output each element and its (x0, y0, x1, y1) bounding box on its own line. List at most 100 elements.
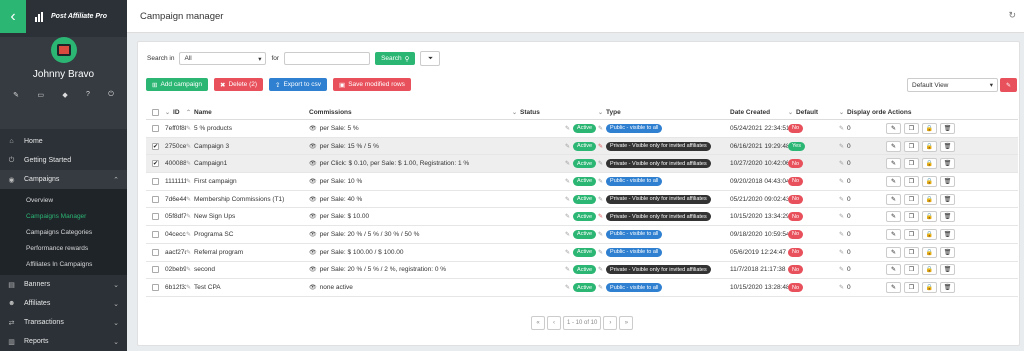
submenu-item-affiliates-in-campaigns[interactable]: Affiliates In Campaigns (0, 256, 127, 272)
delete-row-button[interactable]: 🗑 (940, 140, 955, 152)
pencil-icon[interactable]: ✎ (565, 160, 570, 167)
table-row[interactable]: 1111111'✎First campaign👁per Sale: 10 %✎A… (146, 173, 1018, 191)
pencil-icon[interactable]: ✎ (839, 125, 844, 132)
edit-button[interactable]: ✎ (886, 282, 901, 294)
sidebar-item-reports[interactable]: ▥ Reports ⌄ (0, 332, 127, 351)
delete-row-button[interactable]: 🗑 (940, 122, 955, 134)
row-checkbox[interactable] (152, 266, 159, 274)
row-checkbox[interactable] (152, 177, 159, 185)
type-badge[interactable]: Public - visible to all (606, 283, 663, 293)
lock-button[interactable]: 🔒 (922, 140, 937, 152)
status-badge[interactable]: Active (573, 212, 597, 222)
table-row[interactable]: ✔2750ce5t✎Campaign 3👁per Sale: 15 % / 5 … (146, 137, 1018, 156)
display-order[interactable]: 0 (847, 196, 851, 203)
copy-button[interactable]: ❐ (904, 264, 919, 276)
eye-icon[interactable]: 👁 (309, 249, 317, 256)
edit-button[interactable]: ✎ (886, 193, 901, 205)
eye-icon[interactable]: 👁 (309, 266, 317, 273)
sidebar-item-getting-started[interactable]: ⏻ Getting Started (0, 151, 127, 170)
edit-button[interactable]: ✎ (886, 140, 901, 152)
col-id[interactable]: ⌄ ID (165, 109, 186, 116)
pencil-icon[interactable]: ✎ (839, 266, 844, 273)
display-order[interactable]: 0 (847, 249, 851, 256)
display-order[interactable]: 0 (847, 284, 851, 291)
status-badge[interactable]: Active (573, 283, 597, 293)
lock-button[interactable]: 🔒 (922, 175, 937, 187)
type-badge[interactable]: Private - Visible only for invited affil… (606, 141, 711, 151)
copy-button[interactable]: ❐ (904, 228, 919, 240)
submenu-item-campaigns-manager[interactable]: Campaigns Manager (0, 208, 127, 224)
edit-button[interactable]: ✎ (886, 246, 901, 258)
pencil-icon[interactable]: ✎ (598, 213, 603, 220)
default-badge[interactable]: No (788, 123, 804, 133)
display-order[interactable]: 0 (847, 143, 851, 150)
status-badge[interactable]: Active (573, 265, 597, 275)
pencil-icon[interactable]: ✎ (598, 284, 603, 291)
pencil-icon[interactable]: ✎ (839, 178, 844, 185)
row-checkbox[interactable] (152, 284, 159, 292)
export-csv-button[interactable]: ⇪ Export to csv (269, 78, 328, 91)
col-default[interactable]: ⌄ Default (788, 109, 839, 116)
help-icon[interactable]: ? (86, 91, 90, 99)
display-order[interactable]: 0 (847, 160, 851, 167)
edit-button[interactable]: ✎ (886, 158, 901, 170)
display-order[interactable]: 0 (847, 266, 851, 273)
default-badge[interactable]: No (788, 229, 804, 239)
default-badge[interactable]: No (788, 212, 804, 222)
pencil-icon[interactable]: ✎ (598, 249, 603, 256)
last-page-button[interactable]: » (619, 316, 634, 330)
eye-icon[interactable]: 👁 (309, 143, 317, 150)
campaign-name[interactable]: Membership Commissions (T1) (194, 196, 284, 203)
default-badge[interactable]: No (788, 194, 804, 204)
view-select[interactable]: Default View ▾ (907, 78, 998, 92)
type-badge[interactable]: Public - visible to all (606, 123, 663, 133)
lock-button[interactable]: 🔒 (922, 228, 937, 240)
pencil-icon[interactable]: ✎ (598, 143, 603, 150)
submenu-item-campaigns-categories[interactable]: Campaigns Categories (0, 224, 127, 240)
status-badge[interactable]: Active (573, 247, 597, 257)
status-badge[interactable]: Active (573, 229, 597, 239)
row-checkbox[interactable] (152, 213, 159, 221)
table-row[interactable]: 7d6e444i✎Membership Commissions (T1)👁per… (146, 191, 1018, 209)
prev-page-button[interactable]: ‹ (547, 316, 561, 330)
pencil-icon[interactable]: ✎ (186, 213, 191, 220)
edit-button[interactable]: ✎ (886, 264, 901, 276)
edit-button[interactable]: ✎ (886, 175, 901, 187)
pencil-icon[interactable]: ✎ (186, 160, 191, 167)
delete-row-button[interactable]: 🗑 (940, 175, 955, 187)
copy-button[interactable]: ❐ (904, 175, 919, 187)
default-badge[interactable]: No (788, 159, 804, 169)
pencil-icon[interactable]: ✎ (186, 143, 191, 150)
avatar[interactable] (50, 37, 77, 63)
pencil-icon[interactable]: ✎ (839, 196, 844, 203)
eye-icon[interactable]: 👁 (309, 196, 317, 203)
lock-button[interactable]: 🔒 (922, 246, 937, 258)
pencil-icon[interactable]: ✎ (186, 249, 191, 256)
status-badge[interactable]: Active (573, 141, 597, 151)
row-checkbox[interactable] (152, 230, 159, 238)
campaign-name[interactable]: New Sign Ups (194, 213, 235, 220)
select-all-checkbox[interactable] (152, 108, 159, 116)
filter-button[interactable]: ⏷ (420, 51, 441, 66)
edit-button[interactable]: ✎ (886, 122, 901, 134)
table-row[interactable]: 6b12f32f✎Test CPA👁none active✎Active✎Pub… (146, 279, 1018, 297)
first-page-button[interactable]: « (531, 316, 545, 330)
delete-row-button[interactable]: 🗑 (940, 228, 955, 240)
type-badge[interactable]: Private - Visible only for invited affil… (606, 194, 711, 204)
row-checkbox[interactable] (152, 248, 159, 256)
col-date-created[interactable]: Date Created (730, 109, 788, 116)
eye-icon[interactable]: 👁 (309, 125, 317, 132)
display-order[interactable]: 0 (847, 231, 851, 238)
pencil-icon[interactable]: ✎ (565, 266, 570, 273)
delete-button[interactable]: ✖ Delete (2) (214, 78, 264, 91)
campaign-name[interactable]: Programa SC (194, 231, 233, 238)
save-modified-rows-button[interactable]: ▣ Save modified rows (333, 78, 411, 91)
col-commissions[interactable]: Commissions (309, 109, 512, 116)
lock-button[interactable]: 🔒 (922, 122, 937, 134)
table-row[interactable]: aacf27d5✎Referral program👁per Sale: $ 10… (146, 244, 1018, 262)
pencil-icon[interactable]: ✎ (598, 231, 603, 238)
table-row[interactable]: 04cecc5✎Programa SC👁per Sale: 20 % / 5 %… (146, 226, 1018, 244)
pencil-icon[interactable]: ✎ (839, 213, 844, 220)
pencil-icon[interactable]: ✎ (186, 231, 191, 238)
pencil-icon[interactable]: ✎ (598, 266, 603, 273)
